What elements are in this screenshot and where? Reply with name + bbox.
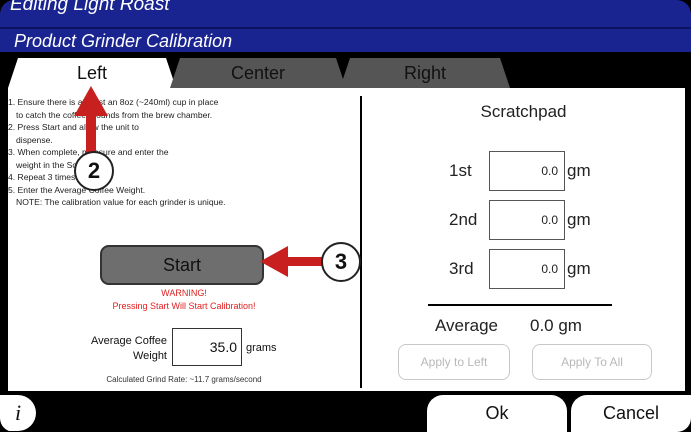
calibration-screen: Editing Light Roast Product Grinder Cali… bbox=[0, 0, 691, 432]
annotation-arrows bbox=[74, 86, 324, 277]
callout-3: 3 bbox=[321, 242, 361, 282]
arrow-left-icon bbox=[260, 246, 324, 277]
callout-2: 2 bbox=[74, 151, 114, 191]
